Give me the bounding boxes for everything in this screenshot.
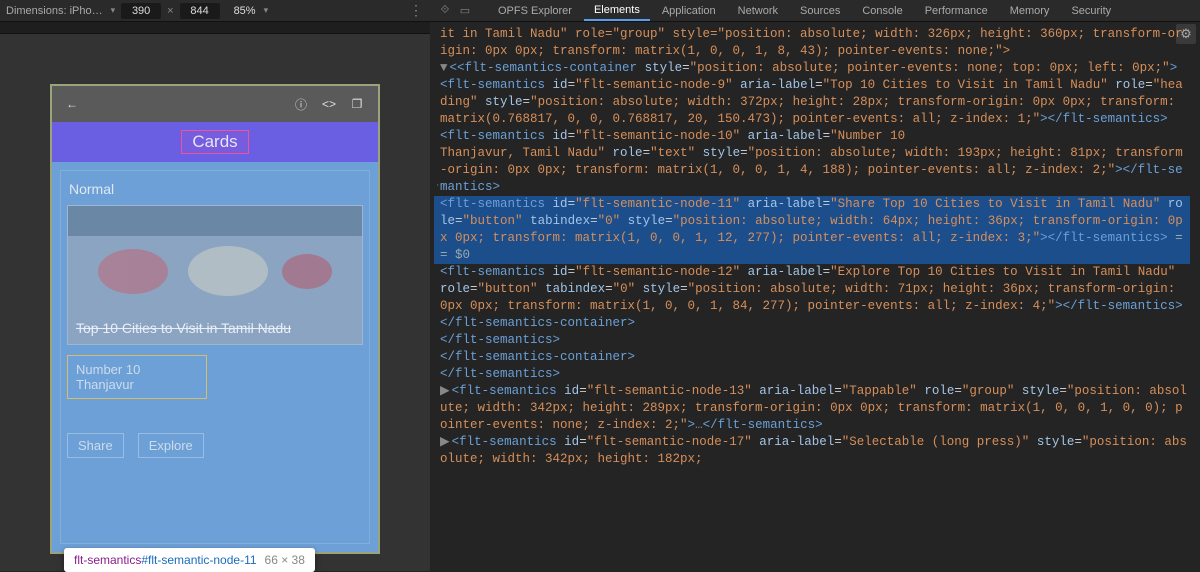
tab-console[interactable]: Console <box>852 2 912 20</box>
phone-body: Normal Top 10 Cities to Visit in Tamil N… <box>52 162 378 552</box>
dom-line[interactable]: <flt-semantics id="flt-semantic-node-12"… <box>434 264 1190 315</box>
tab-opfs[interactable]: OPFS Explorer <box>488 2 582 20</box>
tab-security[interactable]: Security <box>1061 2 1121 20</box>
dom-line[interactable]: <flt-semantics id="flt-semantic-node-9" … <box>434 77 1190 128</box>
inspect-icon[interactable]: ⟐ <box>436 2 454 20</box>
tab-sources[interactable]: Sources <box>790 2 850 20</box>
tooltip-dim: 66 × 38 <box>265 553 305 567</box>
phone-frame: ← ⓘ <> ❐ Cards Normal <box>50 84 380 554</box>
explore-button[interactable]: Explore <box>138 433 204 458</box>
dom-tree[interactable]: ⋯ it in Tamil Nadu" role="group" style="… <box>430 22 1200 571</box>
tab-network[interactable]: Network <box>728 2 788 20</box>
width-input[interactable]: 390 <box>121 3 161 19</box>
dom-line[interactable]: </flt-semantics-container> <box>434 349 1190 366</box>
device-icon[interactable]: ▭ <box>456 2 474 20</box>
gutter-dots-icon[interactable]: ⋯ <box>436 178 446 195</box>
dom-line[interactable]: </flt-semantics-container> <box>434 315 1190 332</box>
chevron-down-icon[interactable]: ▾ <box>111 5 116 16</box>
code-icon[interactable]: <> <box>318 93 340 115</box>
tooltip-id: #flt-semantic-node-11 <box>141 553 256 567</box>
x-separator: × <box>167 5 173 17</box>
page-title: Cards <box>181 130 248 154</box>
card-line-2: Thanjavur <box>76 377 198 392</box>
tab-elements[interactable]: Elements <box>584 1 650 21</box>
cards-appbar: Cards <box>52 122 378 162</box>
section-label: Normal <box>69 181 363 197</box>
card-subtitle-box: Number 10 Thanjavur <box>67 355 207 399</box>
inspector-tooltip: flt-semantics#flt-semantic-node-11 66 × 3… <box>64 548 315 572</box>
dom-line[interactable]: ▶<flt-semantics id="flt-semantic-node-17… <box>434 434 1190 468</box>
dom-line[interactable]: </flt-semantics> <box>434 366 1190 383</box>
tab-performance[interactable]: Performance <box>915 2 998 20</box>
dom-line[interactable]: ▼<<flt-semantics-container style="positi… <box>434 60 1190 77</box>
devtools-panel: ⟐ ▭ OPFS Explorer Elements Application N… <box>430 0 1200 571</box>
chevron-down-icon[interactable]: ▾ <box>264 5 269 16</box>
tab-memory[interactable]: Memory <box>1000 2 1060 20</box>
dom-line[interactable]: </flt-semantics> <box>434 332 1190 349</box>
docs-icon[interactable]: ❐ <box>346 93 368 115</box>
dimensions-label[interactable]: Dimensions: iPho… <box>6 5 103 17</box>
app-statusbar: ← ⓘ <> ❐ <box>52 86 378 122</box>
dom-line[interactable]: it in Tamil Nadu" role="group" style="po… <box>434 26 1190 60</box>
card-image[interactable]: Top 10 Cities to Visit in Tamil Nadu <box>67 205 363 345</box>
card-image-title: Top 10 Cities to Visit in Tamil Nadu <box>76 320 354 336</box>
ruler <box>0 22 430 34</box>
tooltip-tag: flt-semantics <box>74 553 141 567</box>
device-preview-panel: Dimensions: iPho… ▾ 390 × 844 85% ▾ ⋮ ← … <box>0 0 430 571</box>
zoom-level[interactable]: 85% <box>234 5 256 17</box>
share-button[interactable]: Share <box>67 433 124 458</box>
dom-line[interactable]: <flt-semantics id="flt-semantic-node-10"… <box>434 128 1190 196</box>
card-line-1: Number 10 <box>76 362 198 377</box>
dom-line-selected[interactable]: <flt-semantics id="flt-semantic-node-11"… <box>434 196 1190 264</box>
tab-application[interactable]: Application <box>652 2 726 20</box>
back-arrow-icon[interactable]: ← <box>62 94 82 114</box>
preview-canvas: ← ⓘ <> ❐ Cards Normal <box>0 34 430 571</box>
devtools-tabbar: ⟐ ▭ OPFS Explorer Elements Application N… <box>430 0 1200 22</box>
info-icon[interactable]: ⓘ <box>290 93 312 115</box>
dom-line[interactable]: ▶<flt-semantics id="flt-semantic-node-13… <box>434 383 1190 434</box>
device-toolbar: Dimensions: iPho… ▾ 390 × 844 85% ▾ ⋮ <box>0 0 430 22</box>
height-input[interactable]: 844 <box>180 3 220 19</box>
more-options-icon[interactable]: ⋮ <box>409 2 424 19</box>
